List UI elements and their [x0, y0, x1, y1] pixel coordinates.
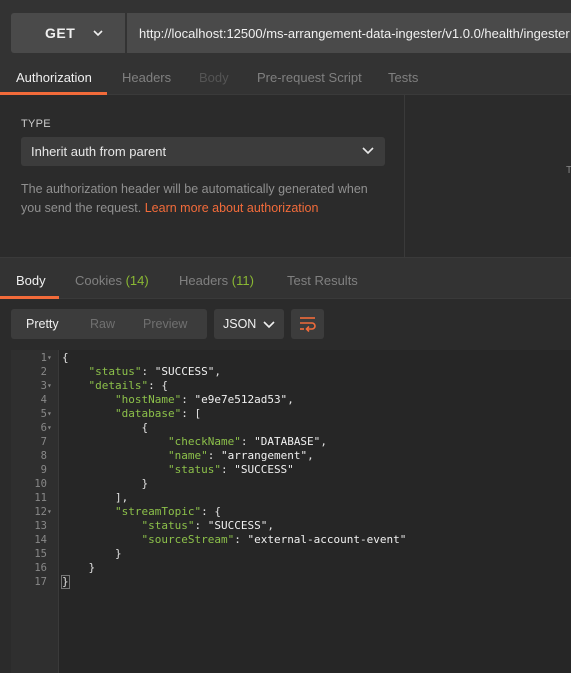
code-line: 4 "hostName": "e9e7e512ad53",: [11, 393, 571, 407]
code-line: 10 }: [11, 477, 571, 491]
code-text: "database": [: [114, 407, 202, 420]
code-text: "streamTopic": {: [114, 505, 221, 518]
code-line: 5 ▾ "database": [: [11, 407, 571, 421]
wrap-lines-button[interactable]: [291, 309, 324, 339]
tab-label: Cookies: [75, 273, 122, 288]
line-number: 4: [40, 394, 47, 406]
code-text: "status": "SUCCESS": [167, 463, 294, 476]
line-number: 1: [40, 352, 47, 364]
response-body-editor[interactable]: 1 ▾{2 "status": "SUCCESS", 3 ▾ "details": {…: [11, 350, 571, 673]
cookie-count: (14): [125, 273, 149, 288]
tab-label: Test Results: [287, 273, 358, 288]
code-line: 11 ],: [11, 491, 571, 505]
method-label: GET: [45, 25, 76, 41]
line-number: 5: [40, 408, 47, 420]
tab-label: Headers: [179, 273, 229, 288]
line-number: 12: [34, 506, 47, 518]
tab-body[interactable]: Body: [199, 70, 229, 85]
tab-test-results[interactable]: Test Results: [287, 273, 358, 288]
chevron-down-icon: [263, 321, 275, 329]
code-text: "status": "SUCCESS",: [88, 365, 221, 378]
response-toolbar: Pretty Raw Preview JSON: [0, 299, 571, 350]
code-text: "name": "arrangement",: [167, 449, 314, 462]
code-line: 6 ▾ {: [11, 421, 571, 435]
code-text: }: [62, 561, 96, 574]
fold-arrow-icon[interactable]: ▾: [47, 421, 52, 435]
code-line: 9 "status": "SUCCESS": [11, 463, 571, 477]
wrap-lines-icon: [300, 317, 316, 332]
fold-arrow-icon[interactable]: ▾: [47, 351, 52, 365]
code-text: "status": "SUCCESS",: [141, 519, 274, 532]
line-number: 9: [40, 464, 47, 476]
code-line: 17}: [11, 575, 571, 589]
response-tabs: Body Cookies (14) Headers (11) Test Resu…: [0, 257, 571, 299]
tab-cookies[interactable]: Cookies (14): [75, 273, 149, 288]
truncated-text: T: [566, 165, 571, 176]
code-line: 13 "status": "SUCCESS",: [11, 519, 571, 533]
code-text: "checkName": "DATABASE",: [167, 435, 327, 448]
fold-arrow-icon[interactable]: ▾: [47, 407, 52, 421]
code-line: 7 "checkName": "DATABASE",: [11, 435, 571, 449]
text-cursor: [61, 575, 70, 589]
url-input[interactable]: http://localhost:12500/ms-arrangement-da…: [127, 13, 571, 53]
tab-headers[interactable]: Headers: [122, 70, 171, 85]
format-select[interactable]: JSON: [214, 309, 284, 339]
line-number: 16: [34, 562, 47, 574]
code-text: "details": {: [88, 379, 168, 392]
tab-pre-request-script[interactable]: Pre-request Script: [257, 70, 362, 85]
line-number: 17: [34, 576, 47, 588]
code-line: 14 "sourceStream": "external-account-eve…: [11, 533, 571, 547]
raw-button[interactable]: Raw: [90, 317, 115, 331]
code-line: 1 ▾ {: [11, 351, 571, 365]
preview-button[interactable]: Preview: [143, 317, 187, 331]
header-count: (11): [231, 273, 254, 288]
code-text: ],: [62, 491, 129, 504]
code-text: "hostName": "e9e7e512ad53",: [114, 393, 294, 406]
line-number: 10: [34, 478, 47, 490]
code-text: }: [62, 477, 149, 490]
fold-arrow-icon[interactable]: ▾: [47, 379, 52, 393]
chevron-down-icon: [362, 147, 374, 155]
type-label: TYPE: [21, 118, 51, 130]
method-selector[interactable]: GET: [11, 13, 125, 53]
pretty-button[interactable]: Pretty: [26, 317, 59, 331]
learn-more-link[interactable]: Learn more about authorization: [145, 201, 319, 215]
line-number: 11: [34, 492, 47, 504]
line-number: 2: [40, 366, 47, 378]
code-text: {: [62, 351, 69, 364]
tab-authorization[interactable]: Authorization: [16, 70, 92, 85]
code-line: 3 ▾ "details": {: [11, 379, 571, 393]
fold-arrow-icon[interactable]: ▾: [47, 505, 52, 519]
view-mode-group: Pretty Raw Preview: [11, 309, 207, 339]
code-text: }: [62, 547, 122, 560]
line-number: 6: [40, 422, 47, 434]
tab-label: Body: [16, 273, 46, 288]
request-bar: GET http://localhost:12500/ms-arrangemen…: [0, 0, 571, 66]
auth-settings: TYPE Inherit auth from parent The author…: [0, 95, 405, 257]
code-line: 16 }: [11, 561, 571, 575]
code-line: 2 "status": "SUCCESS",: [11, 365, 571, 379]
request-tabs: Authorization Headers Body Pre-request S…: [0, 66, 571, 95]
chevron-down-icon: [93, 30, 103, 37]
code-line: 8 "name": "arrangement",: [11, 449, 571, 463]
line-number: 3: [40, 380, 47, 392]
auth-type-select[interactable]: Inherit auth from parent: [21, 137, 385, 166]
code-line: 12 ▾ "streamTopic": {: [11, 505, 571, 519]
code-line: 15 }: [11, 547, 571, 561]
authorization-pane: TYPE Inherit auth from parent The author…: [0, 95, 571, 257]
format-label: JSON: [223, 317, 257, 331]
line-number: 7: [40, 436, 47, 448]
code-text: {: [62, 421, 149, 434]
tab-response-body[interactable]: Body: [16, 273, 46, 288]
line-number: 15: [34, 548, 47, 560]
line-number: 14: [34, 534, 47, 546]
code-text: "sourceStream": "external-account-event": [141, 533, 407, 546]
tab-response-headers[interactable]: Headers (11): [179, 273, 254, 288]
tab-tests[interactable]: Tests: [388, 70, 418, 85]
auth-type-value: Inherit auth from parent: [31, 144, 167, 159]
auth-description: The authorization header will be automat…: [21, 180, 391, 218]
line-number: 8: [40, 450, 47, 462]
line-number: 13: [34, 520, 47, 532]
